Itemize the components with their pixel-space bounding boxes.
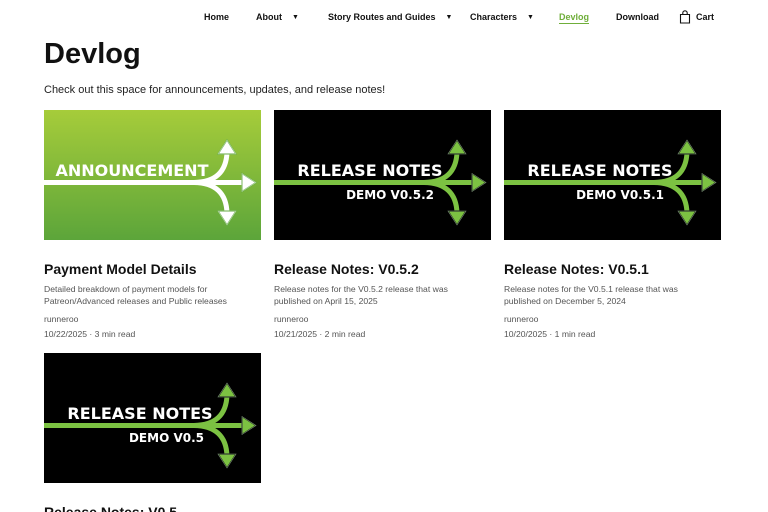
nav-home[interactable]: Home: [204, 12, 229, 22]
thumbnail-headline: RELEASE NOTES: [527, 161, 672, 180]
nav-cart-label: Cart: [696, 12, 715, 22]
post-title[interactable]: Release Notes: V0.5: [44, 504, 261, 512]
post-date: 10/22/2025: [44, 329, 88, 339]
top-nav: Home About ▼ Story Routes and Guides ▼ C…: [0, 0, 768, 36]
post-thumbnail[interactable]: RELEASE NOTES DEMO V0.5.1: [504, 110, 721, 240]
post-card[interactable]: RELEASE NOTES DEMO V0.5 Release Notes: V0…: [44, 353, 261, 512]
nav-download-label: Download: [616, 12, 659, 22]
post-title[interactable]: Release Notes: V0.5.1: [504, 261, 721, 277]
nav-characters[interactable]: Characters ▼: [470, 12, 534, 22]
nav-characters-label: Characters: [470, 12, 518, 22]
nav-about-label: About: [256, 12, 282, 22]
post-description-line: Release notes for the V0.5.1 release tha…: [504, 284, 678, 294]
post-meta: 10/20/2025 · 1 min read: [504, 329, 596, 339]
post-read-time: 1 min read: [554, 329, 596, 339]
thumbnail-graphic: ANNOUNCEMENT: [44, 110, 261, 240]
post-description-line: Patreon/Advanced releases and Public rel…: [44, 295, 227, 306]
thumbnail-headline: ANNOUNCEMENT: [56, 161, 209, 180]
caret-down-icon: ▼: [445, 13, 453, 21]
caret-down-icon: ▼: [527, 13, 534, 21]
post-description-line: published on April 15, 2025: [274, 295, 378, 306]
page-subtitle: Check out this space for announcements, …: [44, 84, 386, 96]
post-description: Detailed breakdown of payment models for…: [44, 284, 261, 307]
post-date: 10/20/2025: [504, 329, 548, 339]
nav-about[interactable]: About ▼: [256, 12, 299, 22]
nav-devlog[interactable]: Devlog: [559, 12, 590, 24]
thumbnail-subline: DEMO V0.5.1: [576, 188, 664, 202]
thumbnail-graphic: RELEASE NOTES DEMO V0.5.2: [274, 110, 491, 240]
post-description: Release notes for the V0.5.2 release tha…: [274, 284, 491, 307]
page-title: Devlog: [44, 38, 141, 70]
thumbnail-subline: DEMO V0.5.2: [346, 188, 434, 202]
post-title[interactable]: Release Notes: V0.5.2: [274, 261, 491, 277]
nav-home-label: Home: [204, 12, 230, 22]
post-read-time: 2 min read: [324, 329, 366, 339]
post-card[interactable]: RELEASE NOTES DEMO V0.5.1 Release Notes: …: [504, 110, 721, 339]
post-thumbnail[interactable]: RELEASE NOTES DEMO V0.5: [44, 353, 261, 483]
post-title[interactable]: Payment Model Details: [44, 261, 261, 277]
post-card[interactable]: ANNOUNCEMENT Payment Model Details Detai…: [44, 110, 261, 339]
thumbnail-headline: RELEASE NOTES: [297, 161, 442, 180]
post-meta: 10/21/2025 · 2 min read: [274, 329, 366, 339]
thumbnail-graphic: RELEASE NOTES DEMO V0.5.1: [504, 110, 721, 240]
shopping-bag-icon: [679, 10, 691, 24]
thumbnail-subline: DEMO V0.5: [129, 431, 204, 445]
post-author[interactable]: runneroo: [44, 314, 261, 324]
post-description: Release notes for the V0.5.1 release tha…: [504, 284, 721, 307]
post-author[interactable]: runneroo: [274, 314, 491, 324]
nav-story-routes[interactable]: Story Routes and Guides ▼: [328, 12, 452, 22]
post-author[interactable]: runneroo: [504, 314, 721, 324]
post-date: 10/21/2025: [274, 329, 318, 339]
post-description-line: published on December 5, 2024: [504, 295, 626, 306]
post-thumbnail[interactable]: ANNOUNCEMENT: [44, 110, 261, 240]
post-read-time: 3 min read: [94, 329, 136, 339]
thumbnail-graphic: RELEASE NOTES DEMO V0.5: [44, 353, 261, 483]
post-card[interactable]: RELEASE NOTES DEMO V0.5.2 Release Notes: …: [274, 110, 491, 339]
caret-down-icon: ▼: [292, 13, 299, 21]
post-description-line: Release notes for the V0.5.2 release tha…: [274, 284, 448, 294]
nav-download[interactable]: Download: [616, 12, 659, 22]
nav-story-routes-label: Story Routes and Guides: [328, 12, 436, 22]
thumbnail-headline: RELEASE NOTES: [67, 404, 212, 423]
post-description-line: Detailed breakdown of payment models for: [44, 284, 208, 294]
post-thumbnail[interactable]: RELEASE NOTES DEMO V0.5.2: [274, 110, 491, 240]
nav-cart[interactable]: Cart: [679, 10, 714, 24]
nav-devlog-label: Devlog: [559, 12, 590, 24]
post-meta: 10/22/2025 · 3 min read: [44, 329, 136, 339]
